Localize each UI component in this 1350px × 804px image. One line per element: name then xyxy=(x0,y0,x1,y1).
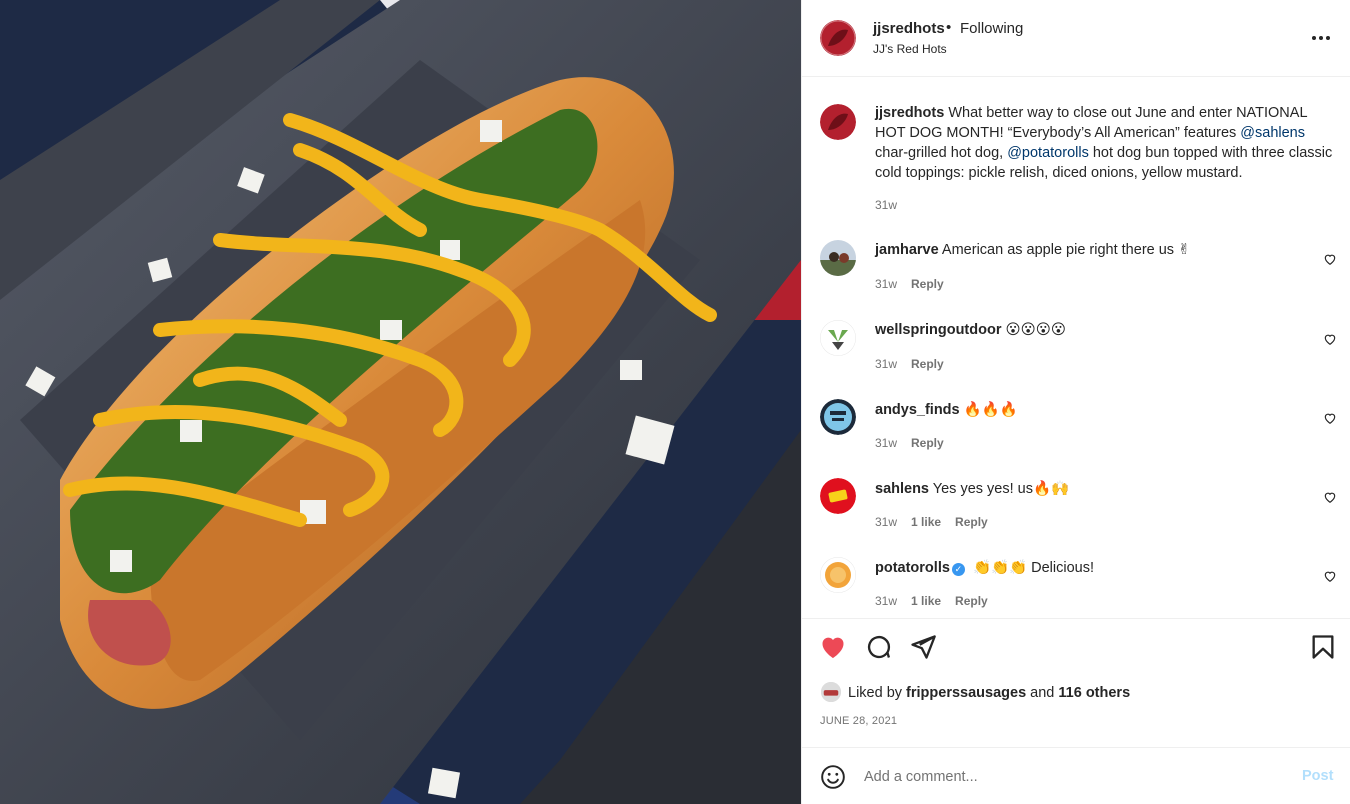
comment-likes[interactable]: 1 like xyxy=(911,594,941,608)
reply-button[interactable]: Reply xyxy=(911,436,944,450)
liked-by-prefix: Liked by xyxy=(848,685,903,701)
verified-badge-icon: ✓ xyxy=(951,563,965,576)
instagram-post: jjsredhots • Following JJ's Red Hots jjs… xyxy=(0,0,1350,804)
reply-button[interactable]: Reply xyxy=(911,357,944,371)
add-comment-bar: Post xyxy=(802,747,1350,804)
comments-list[interactable]: jjsredhots What better way to close out … xyxy=(802,78,1350,618)
reply-button[interactable]: Reply xyxy=(955,594,988,608)
separator-dot: • xyxy=(946,19,952,36)
post-actions: Liked by fripperssausages and 116 others… xyxy=(802,618,1350,747)
commenter-username[interactable]: andys_finds xyxy=(875,402,960,418)
post-photo[interactable] xyxy=(0,0,801,804)
commenter-username[interactable]: wellspringoutdoor xyxy=(875,322,1001,338)
commenter-avatar[interactable] xyxy=(820,320,856,356)
comment-text: 😮😮😮😮 xyxy=(1005,322,1066,338)
comment-meta: 31w Reply xyxy=(875,436,958,450)
author-avatar[interactable] xyxy=(820,104,856,140)
author-avatar[interactable] xyxy=(820,20,856,56)
caption-username[interactable]: jjsredhots xyxy=(875,105,944,121)
more-horizontal-icon[interactable] xyxy=(1310,30,1332,46)
comment-item: andys_finds 🔥🔥🔥 31w Reply xyxy=(820,399,1337,459)
hot-dog-photo xyxy=(0,0,801,804)
comment-meta: 31w Reply xyxy=(875,357,958,371)
comment-meta: 31w Reply xyxy=(875,277,958,291)
heart-outline-icon[interactable] xyxy=(1323,332,1337,346)
reply-button[interactable]: Reply xyxy=(911,277,944,291)
location-label[interactable]: JJ's Red Hots xyxy=(873,42,947,56)
commenter-username[interactable]: sahlens xyxy=(875,481,929,497)
comment-timestamp[interactable]: 31w xyxy=(875,436,897,450)
comment-item: wellspringoutdoor 😮😮😮😮 31w Reply xyxy=(820,320,1337,380)
heart-outline-icon[interactable] xyxy=(1323,411,1337,425)
reply-button[interactable]: Reply xyxy=(955,515,988,529)
post-comment-button[interactable]: Post xyxy=(1302,768,1333,784)
comment-line: jamharve American as apple pie right the… xyxy=(875,242,1190,258)
comment-line: wellspringoutdoor 😮😮😮😮 xyxy=(875,322,1066,338)
comment-line: andys_finds 🔥🔥🔥 xyxy=(875,401,1018,418)
liked-by-and: and xyxy=(1030,685,1055,701)
comment-text: Yes yes yes! us🔥🙌 xyxy=(932,481,1070,497)
comment-meta: 31w 1 like Reply xyxy=(875,515,1002,529)
comment-timestamp[interactable]: 31w xyxy=(875,594,897,608)
comment-text: 👏👏👏 Delicious! xyxy=(972,560,1095,576)
commenter-avatar[interactable] xyxy=(820,557,856,593)
mention-link[interactable]: @sahlens xyxy=(1240,125,1305,141)
commenter-username[interactable]: potatorolls xyxy=(875,560,950,576)
comment-icon[interactable] xyxy=(865,633,893,661)
heart-outline-icon[interactable] xyxy=(1323,490,1337,504)
comment-text: American as apple pie right there us ✌ xyxy=(941,242,1191,258)
comment-item: sahlens Yes yes yes! us🔥🙌 31w 1 like Reply xyxy=(820,478,1337,538)
comment-timestamp[interactable]: 31w xyxy=(875,277,897,291)
commenter-avatar[interactable] xyxy=(820,399,856,435)
comment-likes[interactable]: 1 like xyxy=(911,515,941,529)
mention-link[interactable]: @potatorolls xyxy=(1007,145,1089,161)
caption-timestamp[interactable]: 31w xyxy=(875,198,897,212)
comment-item: potatorolls ✓ 👏👏👏 Delicious! 31w 1 like Rep… xyxy=(820,557,1337,617)
share-icon[interactable] xyxy=(909,633,937,661)
caption-text: jjsredhots What better way to close out … xyxy=(875,103,1335,183)
commenter-avatar[interactable] xyxy=(820,240,856,276)
smile-icon[interactable] xyxy=(820,764,846,790)
comment-timestamp[interactable]: 31w xyxy=(875,357,897,371)
commenter-username[interactable]: jamharve xyxy=(875,242,939,258)
liked-by-summary: Liked by fripperssausages and 116 others xyxy=(820,681,1130,703)
caption-text-part: char-grilled hot dog, xyxy=(875,145,1004,161)
author-username[interactable]: jjsredhots xyxy=(873,20,945,37)
post-header: jjsredhots • Following JJ's Red Hots xyxy=(802,0,1350,77)
following-button[interactable]: Following xyxy=(960,20,1023,37)
liker-avatar[interactable] xyxy=(820,681,842,703)
comment-item: jamharve American as apple pie right the… xyxy=(820,240,1337,300)
commenter-avatar[interactable] xyxy=(820,478,856,514)
comment-line: potatorolls ✓ 👏👏👏 Delicious! xyxy=(875,559,1094,576)
comment-input[interactable] xyxy=(864,764,1284,790)
comment-timestamp[interactable]: 31w xyxy=(875,515,897,529)
comment-line: sahlens Yes yes yes! us🔥🙌 xyxy=(875,480,1069,497)
post-date[interactable]: JUNE 28, 2021 xyxy=(820,715,897,727)
heart-outline-icon[interactable] xyxy=(1323,569,1337,583)
heart-outline-icon[interactable] xyxy=(1323,252,1337,266)
comment-text: 🔥🔥🔥 xyxy=(963,402,1018,418)
liked-by-user[interactable]: fripperssausages xyxy=(906,685,1026,701)
liked-by-others[interactable]: 116 others xyxy=(1058,685,1130,701)
post-panel: jjsredhots • Following JJ's Red Hots jjs… xyxy=(801,0,1350,804)
bookmark-icon[interactable] xyxy=(1309,633,1337,661)
comment-meta: 31w 1 like Reply xyxy=(875,594,1002,608)
heart-filled-icon[interactable] xyxy=(819,633,847,661)
